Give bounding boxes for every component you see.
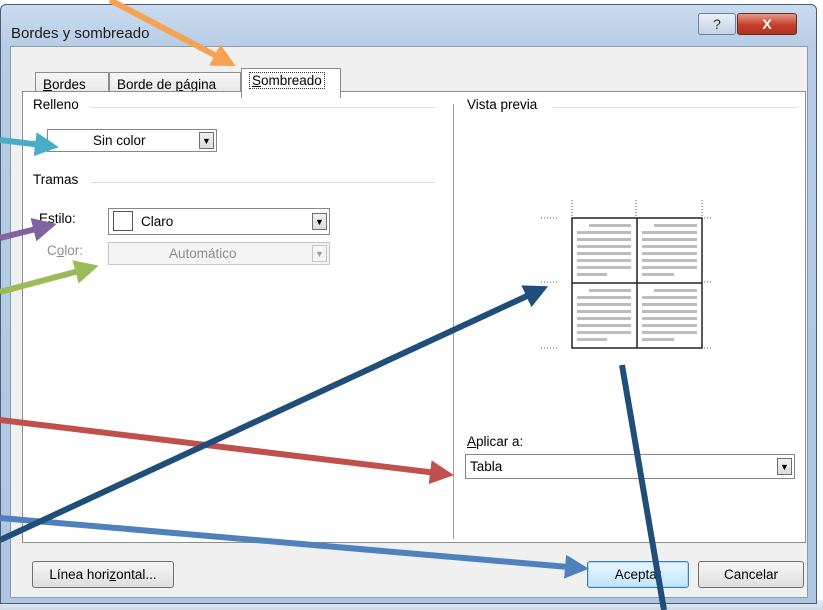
color-label: Color: xyxy=(47,243,83,258)
panel-divider xyxy=(453,104,454,539)
chevron-down-icon: ▼ xyxy=(312,245,327,262)
style-swatch xyxy=(113,211,133,231)
horizontal-line-button[interactable]: Línea horizontal... xyxy=(32,561,174,588)
tramas-group-label: Tramas xyxy=(33,172,79,187)
btn-label-post: ontal... xyxy=(116,567,157,582)
shading-tab-panel: Relleno Sin color ▼ Tramas Estilo: Claro… xyxy=(22,91,806,543)
help-button[interactable]: ? xyxy=(698,13,736,35)
color-label-post: lor: xyxy=(64,243,84,258)
tramas-separator xyxy=(91,182,435,183)
relleno-color-dropdown[interactable]: Sin color ▼ xyxy=(47,129,217,152)
chevron-down-icon: ▼ xyxy=(777,458,792,475)
relleno-value: Sin color xyxy=(93,133,146,148)
dialog-title: Bordes y sombreado xyxy=(11,25,150,42)
estilo-value: Claro xyxy=(141,214,174,229)
estilo-dropdown[interactable]: Claro ▼ xyxy=(108,208,330,235)
aplicar-value: Tabla xyxy=(470,459,503,474)
relleno-separator xyxy=(91,107,435,108)
tab-label-post: ombreado xyxy=(261,73,322,88)
table-preview[interactable] xyxy=(541,200,711,350)
preview-separator xyxy=(553,107,797,108)
tab-focus-rect: Sombreado xyxy=(249,72,325,89)
relleno-group-label: Relleno xyxy=(33,97,79,112)
tab-accelerator: S xyxy=(252,73,262,88)
estilo-label: Estilo: xyxy=(39,211,76,226)
close-button[interactable]: X xyxy=(737,13,797,35)
aplicar-label-text: plicar a: xyxy=(476,434,524,449)
accept-button[interactable]: Aceptar xyxy=(587,561,689,588)
cancel-button[interactable]: Cancelar xyxy=(698,561,804,588)
preview-label: Vista previa xyxy=(467,97,538,112)
estilo-label-text: stilo: xyxy=(48,211,76,226)
color-value: Automático xyxy=(169,246,237,261)
tab-label-post: ágina xyxy=(183,77,217,92)
close-icon: X xyxy=(762,16,772,32)
help-icon: ? xyxy=(713,16,721,32)
aplicar-dropdown[interactable]: Tabla ▼ xyxy=(465,454,795,479)
tab-accelerator: B xyxy=(43,77,53,92)
color-dropdown[interactable]: Automático ▼ xyxy=(108,242,330,265)
tab-label-post: ordes xyxy=(52,77,86,92)
btn-label-pre: Línea hori xyxy=(49,567,110,582)
color-label-pre: C xyxy=(47,243,57,258)
aplicar-label: Aplicar a: xyxy=(467,434,523,449)
chevron-down-icon: ▼ xyxy=(199,132,214,149)
borders-shading-dialog: Bordes y sombreado ? X Bordes Borde de p… xyxy=(0,4,817,604)
chevron-down-icon: ▼ xyxy=(312,213,327,230)
tab-label-pre: Borde de xyxy=(117,77,176,92)
estilo-accelerator: E xyxy=(39,211,49,226)
aplicar-accelerator: A xyxy=(467,434,477,449)
tab-accelerator: p xyxy=(175,77,184,92)
tab-sombreado[interactable]: Sombreado xyxy=(241,68,341,98)
